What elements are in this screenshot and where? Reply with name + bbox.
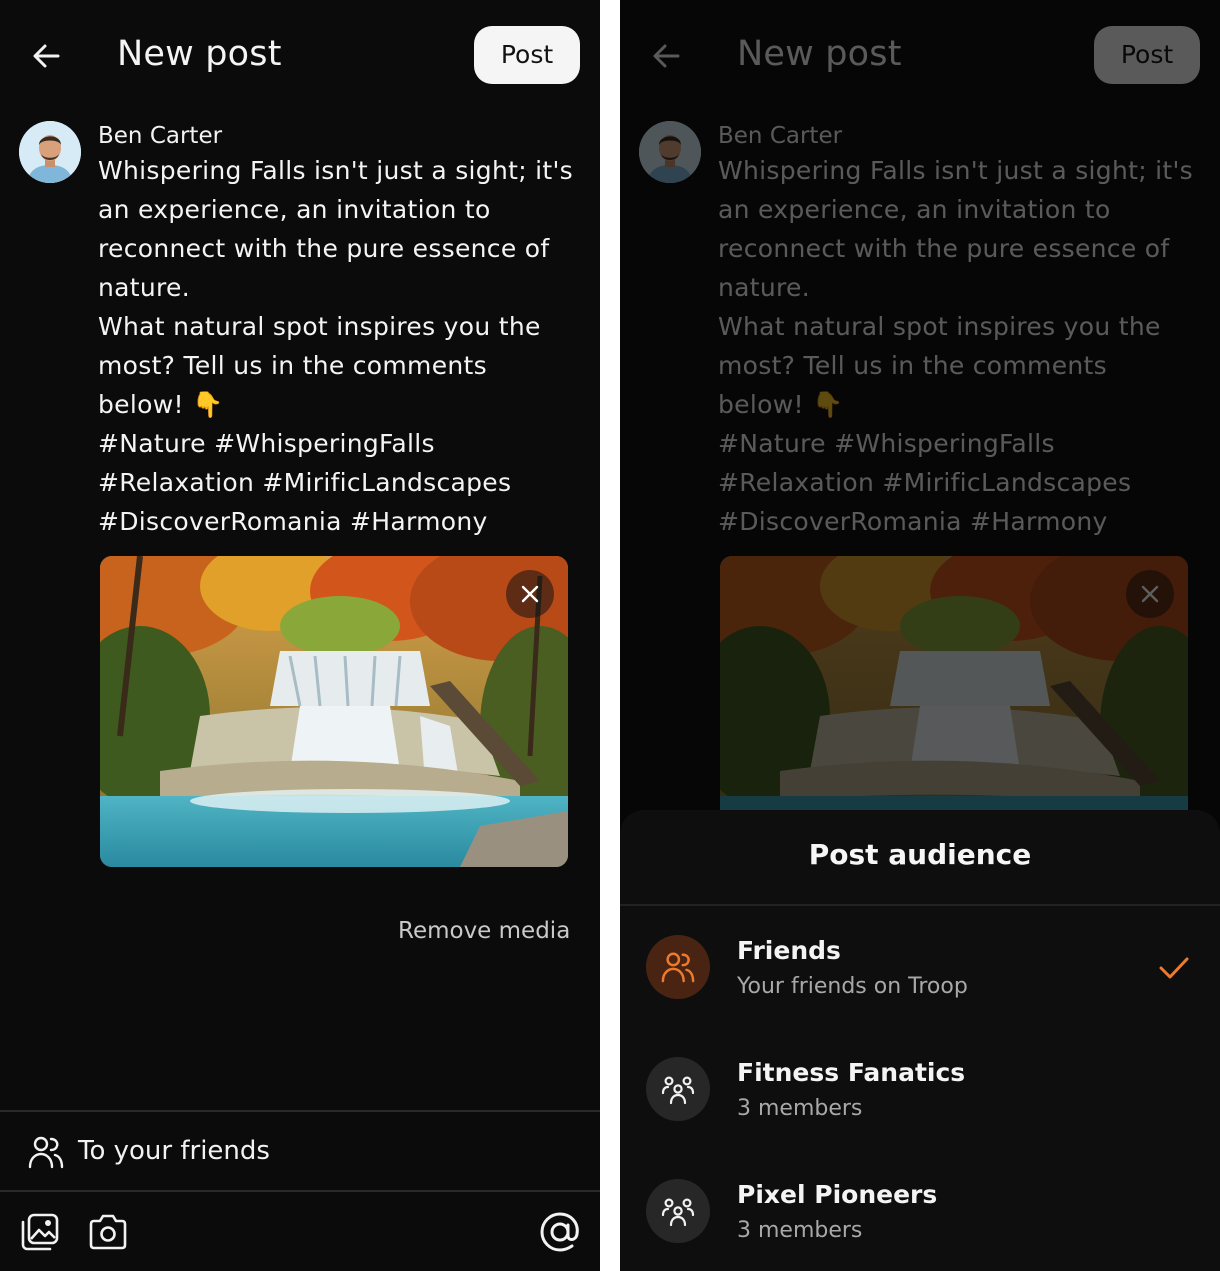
post-text-line: Whispering Falls isn't just a sight; it'…: [98, 156, 574, 185]
post-text-line: an experience, an invitation to: [718, 195, 1111, 224]
option-subtitle: Your friends on Troop: [737, 974, 968, 999]
option-name: Fitness Fanatics: [737, 1058, 966, 1087]
gallery-icon: [21, 1213, 59, 1251]
camera-button[interactable]: [86, 1210, 130, 1254]
back-button[interactable]: [646, 36, 686, 76]
audience-option-pixel-pioneers[interactable]: Pixel Pioneers 3 members: [620, 1161, 1220, 1261]
post-text-line: nature.: [98, 273, 190, 302]
composer-screen: New post Post Ben Carter Whispering Fall…: [0, 0, 600, 1271]
option-subtitle: 3 members: [737, 1096, 863, 1121]
author-name: Ben Carter: [718, 123, 843, 149]
hashtag-line: #DiscoverRomania #Harmony: [98, 507, 488, 536]
close-icon: [521, 585, 539, 603]
hashtag-line: #Nature #WhisperingFalls: [718, 429, 1055, 458]
post-text-line: below! 👇: [98, 390, 224, 419]
post-text-field[interactable]: Whispering Falls isn't just a sight; it'…: [98, 151, 588, 541]
audience-sheet-screen: New post Post Ben Carter Whispering Fall…: [620, 0, 1220, 1271]
hashtag-line: #Relaxation #MirificLandscapes: [98, 468, 512, 497]
audience-option-fitness-fanatics[interactable]: Fitness Fanatics 3 members: [620, 1039, 1220, 1139]
option-subtitle: 3 members: [737, 1218, 863, 1243]
sheet-title: Post audience: [808, 838, 1032, 871]
post-text-line: most? Tell us in the comments: [718, 351, 1107, 380]
audience-bottom-sheet: Post audience Friends Your friends on Tr…: [620, 810, 1220, 1271]
hashtag-line: #Nature #WhisperingFalls: [98, 429, 435, 458]
post-text-field: Whispering Falls isn't just a sight; it'…: [718, 151, 1208, 541]
post-text-line: below! 👇: [718, 390, 844, 419]
option-name: Friends: [737, 936, 841, 965]
post-text-line: reconnect with the pure essence of: [718, 234, 1170, 263]
post-text-line: reconnect with the pure essence of: [98, 234, 550, 263]
audience-label: To your friends: [78, 1136, 270, 1166]
arrow-left-icon: [33, 44, 60, 68]
hashtag-line: #DiscoverRomania #Harmony: [718, 507, 1108, 536]
remove-media-button[interactable]: [506, 570, 554, 618]
attached-media: [100, 556, 568, 867]
back-button[interactable]: [26, 36, 66, 76]
people-icon: [28, 1134, 64, 1174]
friends-icon: [646, 935, 710, 999]
post-text-line: most? Tell us in the comments: [98, 351, 487, 380]
at-sign-icon: [540, 1212, 579, 1252]
waterfall-photo: [100, 556, 568, 867]
mention-button[interactable]: [538, 1210, 582, 1254]
remove-media-link[interactable]: Remove media: [398, 913, 570, 949]
audience-option-friends[interactable]: Friends Your friends on Troop: [620, 917, 1220, 1017]
page-title: New post: [117, 34, 282, 74]
top-bar: New post Post: [0, 0, 600, 110]
group-icon: [646, 1179, 710, 1243]
remove-media-button[interactable]: [1126, 570, 1174, 618]
divider: [0, 1190, 600, 1192]
post-text-line: nature.: [718, 273, 810, 302]
audience-selector[interactable]: To your friends: [0, 1114, 600, 1190]
post-button[interactable]: Post: [474, 26, 580, 84]
post-button[interactable]: Post: [1094, 26, 1200, 84]
post-text-line: What natural spot inspires you the: [718, 312, 1161, 341]
divider: [0, 1110, 600, 1112]
divider: [620, 904, 1220, 906]
hashtag-line: #Relaxation #MirificLandscapes: [718, 468, 1132, 497]
arrow-left-icon: [653, 44, 680, 68]
avatar: [19, 121, 81, 183]
post-text-line: an experience, an invitation to: [98, 195, 491, 224]
bottom-toolbar: [0, 1194, 600, 1271]
checkmark-icon: [1158, 955, 1190, 985]
post-text-line: What natural spot inspires you the: [98, 312, 541, 341]
post-text-line: Whispering Falls isn't just a sight; it'…: [718, 156, 1194, 185]
top-bar: New post Post: [620, 0, 1220, 110]
page-title: New post: [737, 34, 902, 74]
gallery-button[interactable]: [18, 1210, 62, 1254]
close-icon: [1141, 585, 1159, 603]
author-name: Ben Carter: [98, 123, 223, 149]
avatar: [639, 121, 701, 183]
group-icon: [646, 1057, 710, 1121]
option-name: Pixel Pioneers: [737, 1180, 938, 1209]
camera-icon: [89, 1214, 127, 1250]
